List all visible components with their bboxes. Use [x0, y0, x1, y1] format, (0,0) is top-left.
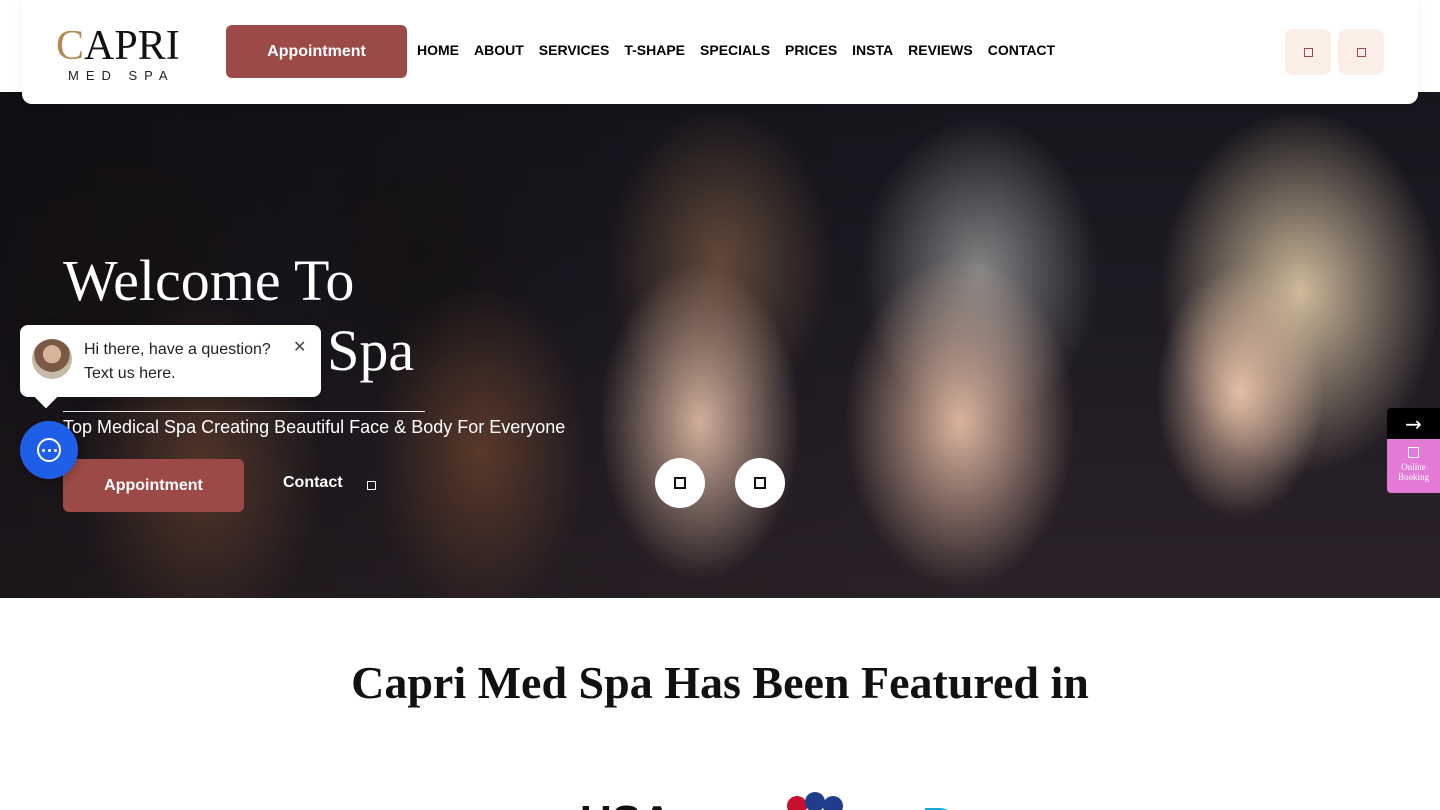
- main-nav: HOME ABOUT SERVICES T-SHAPE SPECIALS PRI…: [417, 42, 1055, 58]
- side-arrow-button[interactable]: →: [1387, 408, 1440, 439]
- nav-reviews[interactable]: REVIEWS: [908, 42, 973, 58]
- hero-subtitle: Top Medical Spa Creating Beautiful Face …: [63, 417, 566, 437]
- logo-wordmark: CAPRI: [56, 23, 180, 69]
- nav-home[interactable]: HOME: [417, 42, 459, 58]
- nbc-logo: [765, 790, 857, 810]
- online-booking-button[interactable]: Online Booking: [1387, 439, 1440, 493]
- nav-prices[interactable]: PRICES: [785, 42, 837, 58]
- contact-arrow-icon[interactable]: [367, 481, 376, 490]
- logo-c: C: [56, 23, 85, 69]
- online-booking-label: Online Booking: [1397, 462, 1429, 482]
- featured-title: Capri Med Spa Has Been Featured in: [351, 657, 1089, 708]
- header-appointment-button[interactable]: Appointment: [226, 25, 407, 78]
- prev-slide-button[interactable]: [655, 458, 705, 508]
- chat-launcher-button[interactable]: [20, 421, 78, 479]
- hero-appointment-button[interactable]: Appointment: [63, 459, 244, 512]
- location-button[interactable]: [1338, 29, 1384, 75]
- next-slide-button[interactable]: [735, 458, 785, 508]
- logo-subtitle: MED SPA: [68, 68, 175, 83]
- site-logo[interactable]: CAPRI MED SPA: [56, 23, 196, 83]
- hero-divider: [63, 411, 425, 412]
- phone-icon: [1303, 47, 1313, 57]
- hero-title-line1: Welcome To: [63, 248, 355, 313]
- chat-popup[interactable]: Hi there, have a question? Text us here.…: [20, 325, 321, 397]
- featured-logos: USA B: [0, 786, 1440, 810]
- nav-specials[interactable]: SPECIALS: [700, 42, 770, 58]
- hero-contact-button[interactable]: Contact: [283, 474, 343, 492]
- next-slide-icon: [754, 477, 766, 489]
- prev-slide-icon: [674, 477, 686, 489]
- phone-button[interactable]: [1285, 29, 1331, 75]
- nav-about[interactable]: ABOUT: [474, 42, 524, 58]
- nav-contact[interactable]: CONTACT: [988, 42, 1055, 58]
- booking-icon: [1408, 447, 1419, 458]
- chat-bubble-icon: [37, 438, 61, 462]
- chat-agent-avatar: [32, 339, 72, 379]
- chat-close-icon[interactable]: ✕: [293, 337, 306, 356]
- nav-t-shape[interactable]: T-SHAPE: [624, 42, 685, 58]
- chat-message: Hi there, have a question? Text us here.: [84, 338, 284, 386]
- page: Welcome To Capri Med Spa Top Medical Spa…: [0, 0, 1440, 810]
- chat-message-text: Hi there, have a question? Text us here.: [84, 341, 271, 382]
- nav-insta[interactable]: INSTA: [852, 42, 893, 58]
- bb-logo: B: [922, 802, 954, 810]
- location-icon: [1356, 47, 1366, 57]
- usa-today-logo: USA: [580, 800, 673, 810]
- site-header: CAPRI MED SPA Appointment HOME ABOUT SER…: [22, 0, 1418, 104]
- nav-services[interactable]: SERVICES: [539, 42, 610, 58]
